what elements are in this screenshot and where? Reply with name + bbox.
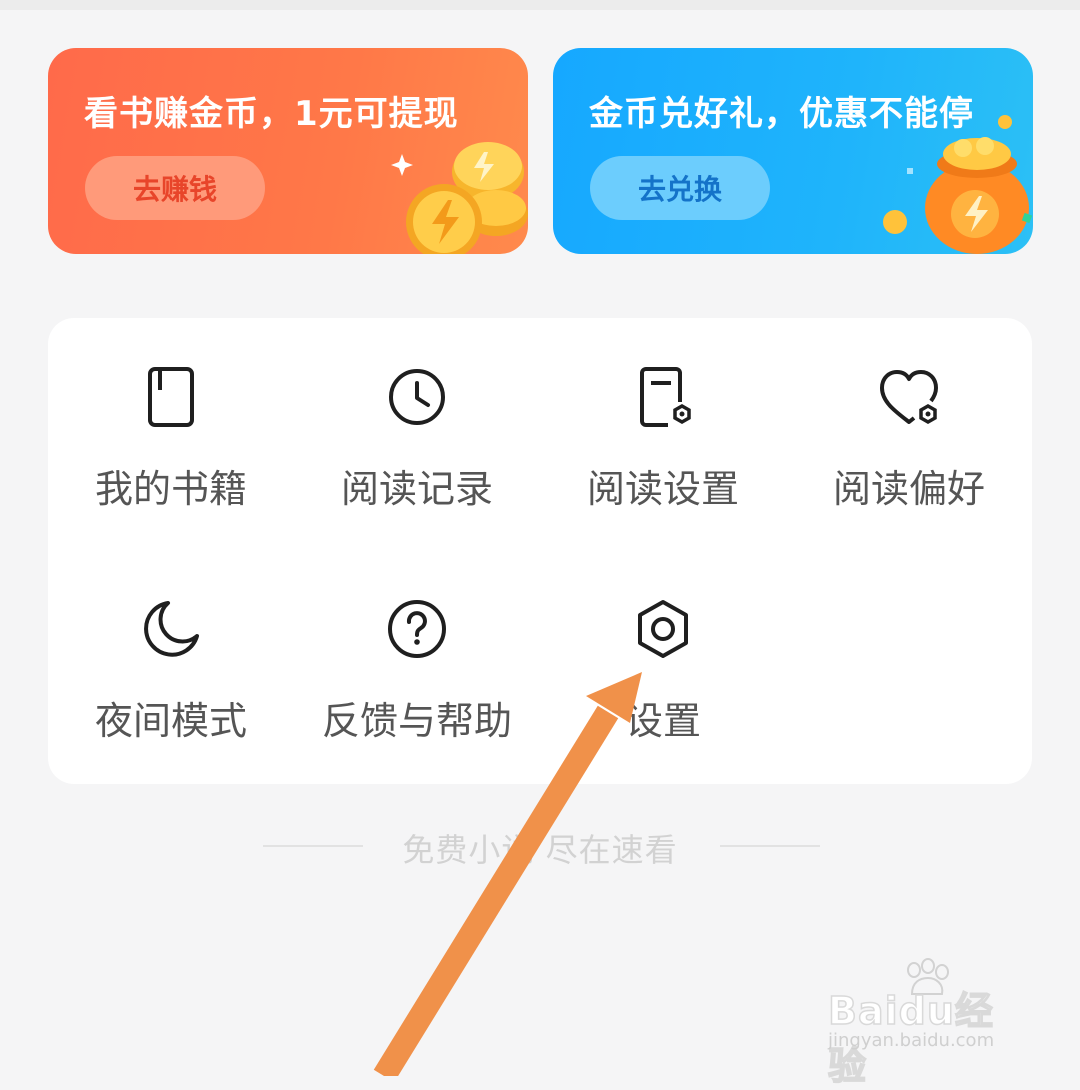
baidu-watermark: Baidu经验 jingyan.baidu.com: [827, 958, 1028, 1089]
watermark-url: jingyan.baidu.com: [828, 1030, 995, 1051]
annotation-arrow-icon: [373, 672, 642, 1076]
